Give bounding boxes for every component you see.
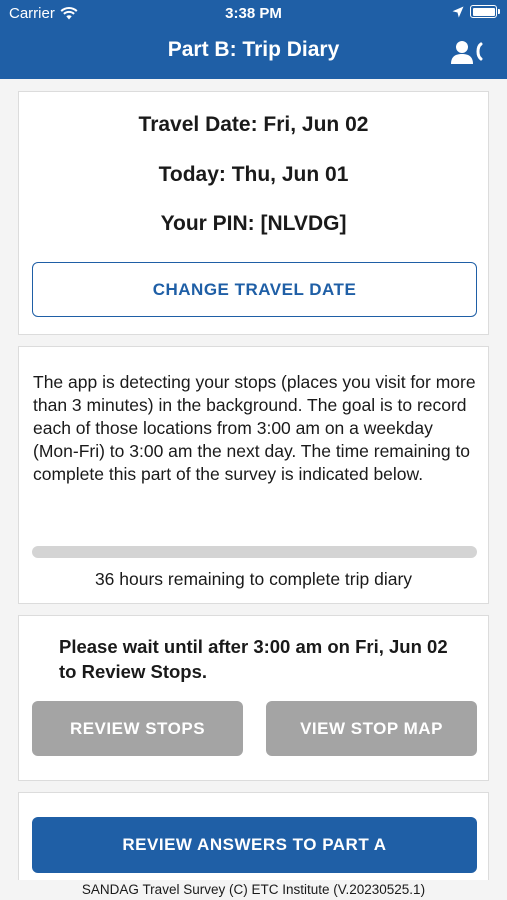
review-stops-card: Please wait until after 3:00 am on Fri, …: [18, 615, 489, 781]
pin-text: Your PIN: [NLVDG]: [160, 212, 347, 235]
contact-support-icon[interactable]: [451, 40, 485, 66]
remaining-time-text: 36 hours remaining to complete trip diar…: [94, 569, 413, 589]
today-date-text: Today: Thu, Jun 01: [158, 163, 349, 186]
status-right-group: [452, 5, 500, 18]
description-text: The app is detecting your stops (places …: [33, 372, 476, 484]
info-card: The app is detecting your stops (places …: [18, 346, 489, 604]
part-a-card: REVIEW ANSWERS TO PART A: [18, 792, 489, 882]
location-arrow-icon: [452, 6, 464, 17]
status-bar: Carrier 3:38 PM: [0, 0, 507, 28]
travel-date-text: Travel Date: Fri, Jun 02: [138, 113, 369, 136]
status-time: 3:38 PM: [225, 5, 282, 22]
wait-message: Please wait until after 3:00 am on Fri, …: [59, 636, 448, 682]
change-travel-date-button[interactable]: CHANGE TRAVEL DATE: [32, 262, 477, 317]
review-answers-part-a-button[interactable]: REVIEW ANSWERS TO PART A: [32, 817, 477, 873]
review-stops-button[interactable]: REVIEW STOPS: [32, 701, 243, 756]
top-bar: Carrier 3:38 PM Part B: Trip Diary: [0, 0, 507, 79]
footer-version-text: SANDAG Travel Survey (C) ETC Institute (…: [0, 880, 507, 900]
time-remaining-progress-bar: [32, 546, 477, 558]
travel-date-card: Travel Date: Fri, Jun 02 Today: Thu, Jun…: [18, 91, 489, 335]
view-stop-map-button[interactable]: VIEW STOP MAP: [266, 701, 477, 756]
battery-icon: [470, 5, 500, 18]
page-title: Part B: Trip Diary: [167, 38, 340, 61]
